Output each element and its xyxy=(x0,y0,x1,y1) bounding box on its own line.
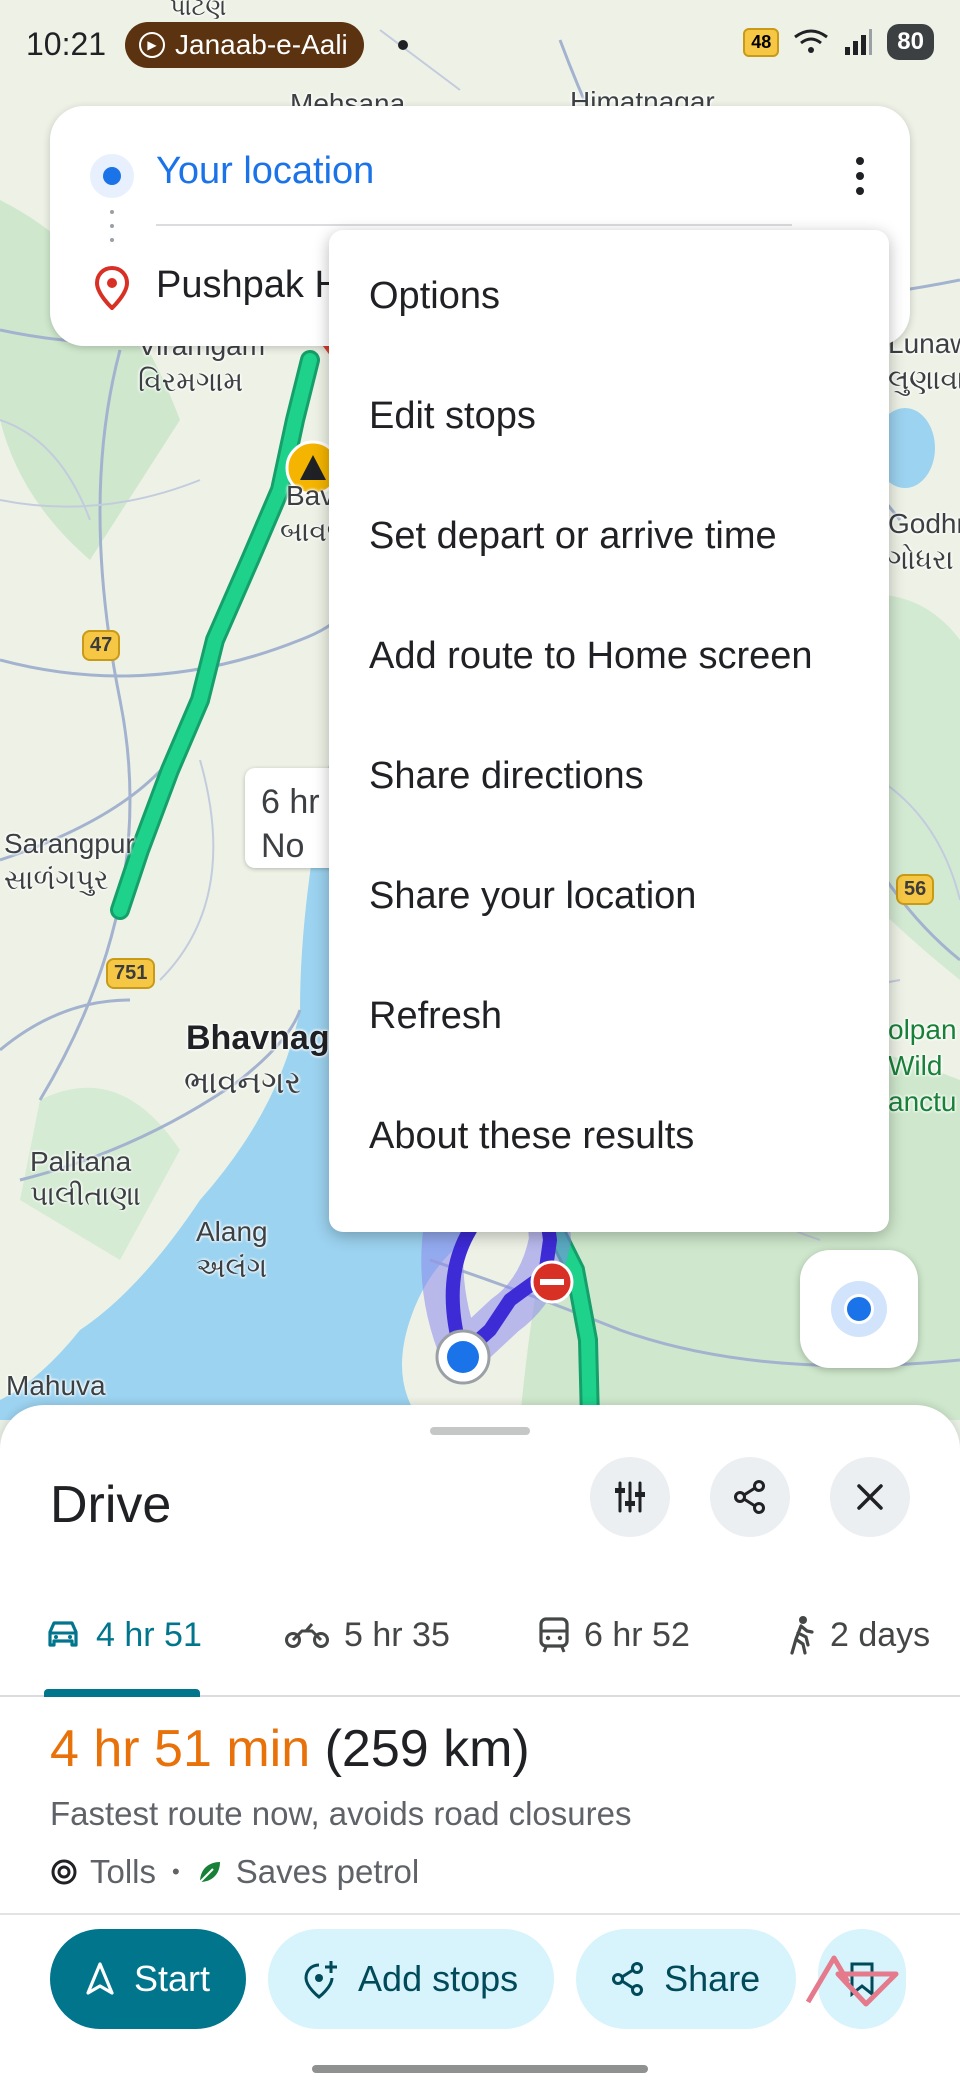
place-wildlife-sanctuary: olpan Wild anctu xyxy=(888,1014,957,1117)
place-alang: Alang xyxy=(196,1216,268,1247)
place-palitana-gu: પાલીતાણા xyxy=(30,1180,141,1211)
gesture-navigation-bar[interactable] xyxy=(312,2065,648,2073)
tune-icon xyxy=(615,1481,645,1513)
tab-walk-label: 2 days xyxy=(830,1615,931,1654)
menu-item-refresh[interactable]: Refresh xyxy=(329,956,889,1076)
menu-item-share-location[interactable]: Share your location xyxy=(329,836,889,956)
menu-item-add-to-home[interactable]: Add route to Home screen xyxy=(329,596,889,716)
tab-transit-label: 6 hr 52 xyxy=(584,1615,690,1654)
route-options-button[interactable] xyxy=(590,1457,670,1537)
share-label: Share xyxy=(664,1958,761,1999)
add-stops-button[interactable]: Add stops xyxy=(268,1929,555,2029)
highway-shield-56: 56 xyxy=(896,874,935,905)
speed-badge: 48 xyxy=(743,27,780,57)
walk-icon xyxy=(790,1616,814,1655)
place-sarangpur: Sarangpur xyxy=(4,828,135,859)
origin-dot-icon xyxy=(90,154,134,198)
destination-pin-icon xyxy=(94,266,130,310)
destination-field[interactable]: Pushpak H xyxy=(156,264,342,307)
route-card-divider xyxy=(156,224,792,226)
system-icons: 48 80 xyxy=(743,24,934,60)
toll-icon xyxy=(51,1859,77,1885)
close-icon xyxy=(857,1484,883,1510)
add-stop-pin-icon xyxy=(304,1961,338,1999)
route-meta: Tolls • Saves petrol xyxy=(50,1853,419,1891)
media-chip[interactable]: ▶ Janaab-e-Aali xyxy=(125,22,364,68)
highway-shield-47: 47 xyxy=(82,630,121,661)
eta-time: 4 hr 51 min xyxy=(50,1720,311,1778)
tolls-label: Tolls xyxy=(90,1853,157,1890)
sheet-title: Drive xyxy=(50,1476,172,1534)
menu-item-set-time[interactable]: Set depart or arrive time xyxy=(329,476,889,596)
more-vert-icon xyxy=(856,157,864,165)
tab-walk[interactable]: 2 days xyxy=(786,1585,930,1685)
saves-petrol-label: Saves petrol xyxy=(235,1853,420,1890)
tab-drive-label: 4 hr 51 xyxy=(96,1615,202,1654)
share-button[interactable]: Share xyxy=(576,1929,797,2029)
menu-item-edit-stops[interactable]: Edit stops xyxy=(329,356,889,476)
tab-motorbike[interactable]: 5 hr 35 xyxy=(284,1585,450,1685)
navigation-arrow-icon xyxy=(86,1962,114,1995)
eta-distance: (259 km) xyxy=(324,1720,530,1778)
close-sheet-button[interactable] xyxy=(830,1457,910,1537)
share-icon xyxy=(612,1962,644,1996)
transit-icon xyxy=(539,1617,569,1653)
status-time: 10:21 xyxy=(26,26,107,62)
add-stops-label: Add stops xyxy=(358,1958,519,1999)
route-description: Fastest route now, avoids road closures xyxy=(50,1795,632,1832)
more-options-button[interactable] xyxy=(840,146,880,206)
active-tab-indicator xyxy=(44,1689,200,1697)
place-mahuva: Mahuva xyxy=(6,1370,106,1401)
highway-shield-751: 751 xyxy=(106,958,156,989)
place-bhavnagar-gu: ભાવનગર xyxy=(184,1064,302,1100)
start-label: Start xyxy=(134,1958,211,1999)
start-button[interactable]: Start xyxy=(50,1929,247,2029)
meta-separator: • xyxy=(172,1859,180,1884)
place-godhra-gu: ગોધરા xyxy=(888,544,954,575)
route-connector-dots xyxy=(110,210,114,252)
status-bar: 10:21 ▶ Janaab-e-Aali 48 80 xyxy=(0,0,960,90)
my-location-button[interactable] xyxy=(800,1250,918,1368)
menu-item-options[interactable]: Options xyxy=(329,236,889,356)
place-sarangpur-gu: સાળંગપુર xyxy=(4,864,109,895)
route-eta: 4 hr 51 min (259 km) xyxy=(50,1719,530,1779)
notification-dot xyxy=(398,40,408,50)
menu-item-about-results[interactable]: About these results xyxy=(329,1076,889,1196)
place-godhra: Godhr xyxy=(888,508,960,539)
motorbike-icon xyxy=(285,1623,329,1648)
share-icon xyxy=(734,1480,765,1514)
signal-icon xyxy=(845,29,873,55)
media-label: Janaab-e-Aali xyxy=(175,29,348,60)
car-icon xyxy=(48,1621,78,1647)
place-palitana: Palitana xyxy=(30,1146,132,1177)
sheet-drag-handle[interactable] xyxy=(430,1427,530,1435)
tab-transit[interactable]: 6 hr 52 xyxy=(538,1585,690,1685)
overflow-menu: Options Edit stops Set depart or arrive … xyxy=(329,230,889,1232)
wifi-icon xyxy=(794,29,829,53)
place-viramgam-gu: વિરમગામ xyxy=(138,366,244,397)
place-lunawada-gu: લુણાવાડ xyxy=(888,364,960,395)
battery-indicator: 80 xyxy=(887,24,934,60)
place-alang-gu: અલંગ xyxy=(196,1252,268,1283)
watermark-logo-icon xyxy=(805,1955,899,2007)
leaf-icon xyxy=(199,1862,220,1883)
play-icon: ▶ xyxy=(139,32,165,58)
origin-field[interactable]: Your location xyxy=(156,150,374,193)
my-location-icon xyxy=(831,1281,887,1337)
share-route-button[interactable] xyxy=(710,1457,790,1537)
sheet-divider xyxy=(0,1913,960,1915)
tab-motorbike-label: 5 hr 35 xyxy=(344,1615,450,1654)
travel-mode-tabs: 4 hr 51 5 hr 35 6 hr 52 2 days xyxy=(0,1585,960,1697)
tab-drive[interactable]: 4 hr 51 xyxy=(44,1585,202,1685)
menu-item-share-directions[interactable]: Share directions xyxy=(329,716,889,836)
